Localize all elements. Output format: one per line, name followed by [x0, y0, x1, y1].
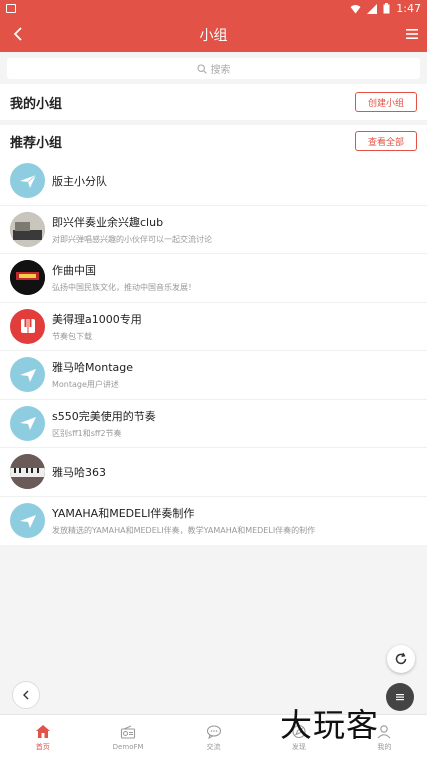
piano-keys-avatar-icon — [10, 308, 45, 344]
list-item[interactable]: YAMAHA和MEDELI伴奏制作 发放精选的YAMAHA和MEDELI伴奏，教… — [0, 497, 427, 546]
paper-plane-avatar-icon — [10, 357, 45, 393]
search-input[interactable]: 搜索 — [7, 58, 420, 79]
tab-label: 交流 — [206, 742, 221, 751]
tab-demofm[interactable]: DemoFM — [85, 715, 170, 760]
group-avatar — [10, 260, 45, 296]
tab-label: 我的 — [377, 742, 392, 751]
search-placeholder: 搜索 — [210, 65, 231, 76]
list-item[interactable]: 版主小分队 — [0, 157, 427, 206]
notification-icon — [6, 4, 16, 13]
home-icon — [35, 724, 50, 738]
create-group-button[interactable]: 创建小组 — [354, 92, 417, 112]
search-icon — [196, 63, 207, 74]
group-name: 版主小分队 — [52, 174, 107, 188]
paper-plane-avatar-icon — [10, 405, 45, 441]
paper-plane-avatar-icon — [10, 163, 45, 199]
group-name: 作曲中国 — [52, 264, 96, 278]
menu-icon[interactable] — [405, 27, 419, 41]
group-desc: 弘扬中国民族文化，推动中国音乐发展！ — [52, 283, 196, 293]
group-name: 雅马哈363 — [52, 465, 106, 479]
list-item[interactable]: 即兴伴奏业余兴趣club 对即兴弹唱感兴趣的小伙伴可以一起交流讨论 — [0, 206, 427, 254]
wifi-icon — [350, 4, 361, 13]
list-item[interactable]: s550完美使用的节奏 区别sff1和sff2节奏 — [0, 400, 427, 448]
group-desc: 节奏包下载 — [52, 331, 92, 341]
radio-icon — [121, 725, 136, 739]
tab-label: 首页 — [35, 742, 50, 751]
battery-icon — [383, 3, 390, 14]
group-desc: Montage用户讲述 — [52, 380, 119, 390]
signal-icon — [367, 3, 378, 14]
list-item[interactable]: 雅马哈Montage Montage用户讲述 — [0, 351, 427, 400]
back-button[interactable] — [12, 681, 40, 709]
group-name: YAMAHA和MEDELI伴奏制作 — [52, 507, 195, 521]
watermark: 大玩客 — [280, 706, 380, 744]
refresh-icon — [395, 652, 407, 665]
list-item[interactable]: 作曲中国 弘扬中国民族文化，推动中国音乐发展！ — [0, 254, 427, 303]
group-avatar — [10, 454, 45, 490]
tab-chat[interactable]: 交流 — [171, 715, 256, 760]
refresh-button[interactable] — [387, 645, 415, 673]
list-item[interactable]: 雅马哈363 — [0, 448, 427, 497]
group-desc: 区别sff1和sff2节奏 — [52, 428, 122, 438]
group-desc: 发放精选的YAMAHA和MEDELI伴奏，教学YAMAHA和MEDELI伴奏的制… — [52, 526, 316, 536]
group-desc: 对即兴弹唱感兴趣的小伙伴可以一起交流讨论 — [52, 234, 212, 244]
status-bar: 1:47 — [0, 0, 427, 17]
search-area: 搜索 — [0, 52, 427, 84]
chat-icon — [206, 724, 221, 739]
group-list: 版主小分队 即兴伴奏业余兴趣club 对即兴弹唱感兴趣的小伙伴可以一起交流讨论 … — [0, 157, 427, 545]
chevron-left-icon — [23, 690, 29, 700]
recommended-section: 推荐小组 查看全部 — [0, 125, 427, 157]
back-arrow-icon[interactable] — [10, 25, 28, 43]
group-name: 雅马哈Montage — [52, 361, 133, 375]
my-groups-title: 我的小组 — [10, 96, 63, 112]
view-all-button[interactable]: 查看全部 — [354, 131, 417, 151]
tab-home[interactable]: 首页 — [0, 715, 85, 760]
group-name: 即兴伴奏业余兴趣club — [52, 215, 164, 229]
group-name: 美得理a1000专用 — [52, 312, 142, 326]
my-groups-section: 我的小组 创建小组 — [0, 84, 427, 120]
recommended-title: 推荐小组 — [10, 135, 63, 151]
page-title: 小组 — [199, 27, 228, 44]
group-name: s550完美使用的节奏 — [52, 409, 156, 423]
status-time: 1:47 — [396, 2, 421, 15]
app-bar: 小组 — [0, 17, 427, 52]
list-item[interactable]: 美得理a1000专用 节奏包下载 — [0, 303, 427, 351]
group-avatar — [10, 211, 45, 247]
tab-label: DemoFM — [112, 742, 144, 751]
paper-plane-avatar-icon — [10, 503, 45, 539]
